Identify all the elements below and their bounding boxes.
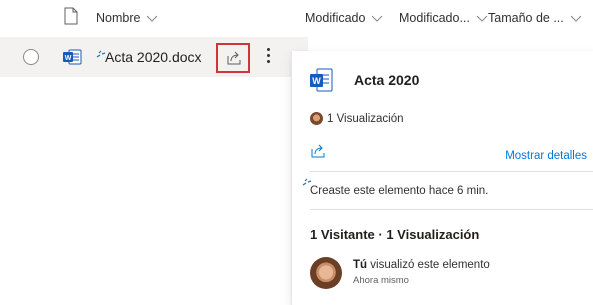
more-dot bbox=[266, 60, 270, 63]
activity-text: visualizó este elemento bbox=[367, 259, 490, 271]
show-details-link[interactable]: Mostrar detalles bbox=[505, 150, 587, 162]
file-type-icon[interactable] bbox=[64, 7, 78, 25]
share-button[interactable] bbox=[216, 43, 250, 73]
card-divider bbox=[310, 171, 593, 172]
svg-text:W: W bbox=[65, 55, 72, 62]
visitors-summary: 1 Visitante · 1 Visualización bbox=[310, 227, 480, 242]
activity-user: Tú bbox=[353, 259, 368, 271]
column-header-name[interactable]: Nombre bbox=[96, 11, 158, 25]
column-header-modified-by[interactable]: Modificado... bbox=[399, 11, 488, 25]
svg-text:W: W bbox=[312, 76, 321, 86]
column-header-label: Nombre bbox=[96, 11, 141, 25]
word-doc-icon: W bbox=[310, 68, 333, 92]
view-count-text: 1 Visualización bbox=[327, 112, 404, 125]
activity-timestamp: Ahora mismo bbox=[353, 275, 409, 286]
share-icon bbox=[227, 51, 241, 65]
more-dot bbox=[266, 54, 270, 57]
column-header-label: Modificado bbox=[305, 11, 366, 25]
word-doc-icon: W bbox=[63, 49, 82, 65]
share-icon[interactable] bbox=[310, 143, 326, 159]
column-header-modified[interactable]: Modificado bbox=[305, 11, 383, 25]
chevron-down-icon bbox=[147, 15, 158, 22]
chevron-down-icon bbox=[476, 15, 488, 22]
column-header-file-size[interactable]: Tamaño de ... bbox=[488, 11, 582, 25]
card-title[interactable]: Acta 2020 bbox=[354, 72, 419, 88]
more-actions-button[interactable] bbox=[261, 45, 275, 69]
column-header-label: Modificado... bbox=[399, 11, 470, 25]
column-header-row: Nombre Modificado Modificado... Tamaño d… bbox=[0, 0, 593, 37]
card-view-count: 1 Visualización bbox=[310, 112, 404, 125]
activity-entry: Tú visualizó este elemento bbox=[353, 259, 490, 271]
file-name-link[interactable]: Acta 2020.docx bbox=[105, 49, 202, 65]
chevron-down-icon bbox=[570, 15, 582, 22]
card-divider bbox=[310, 209, 593, 210]
row-select-checkbox[interactable] bbox=[23, 49, 39, 65]
created-info-text: Creaste este elemento hace 6 min. bbox=[310, 185, 489, 197]
file-row[interactable]: W Acta 2020.docx bbox=[0, 37, 291, 77]
viewer-avatar bbox=[310, 112, 323, 125]
column-header-label: Tamaño de ... bbox=[488, 11, 564, 25]
more-dot bbox=[266, 48, 270, 51]
user-avatar bbox=[310, 257, 342, 289]
file-hover-card: W Acta 2020 1 Visualización Mostrar deta… bbox=[292, 51, 593, 305]
chevron-down-icon bbox=[372, 15, 383, 22]
